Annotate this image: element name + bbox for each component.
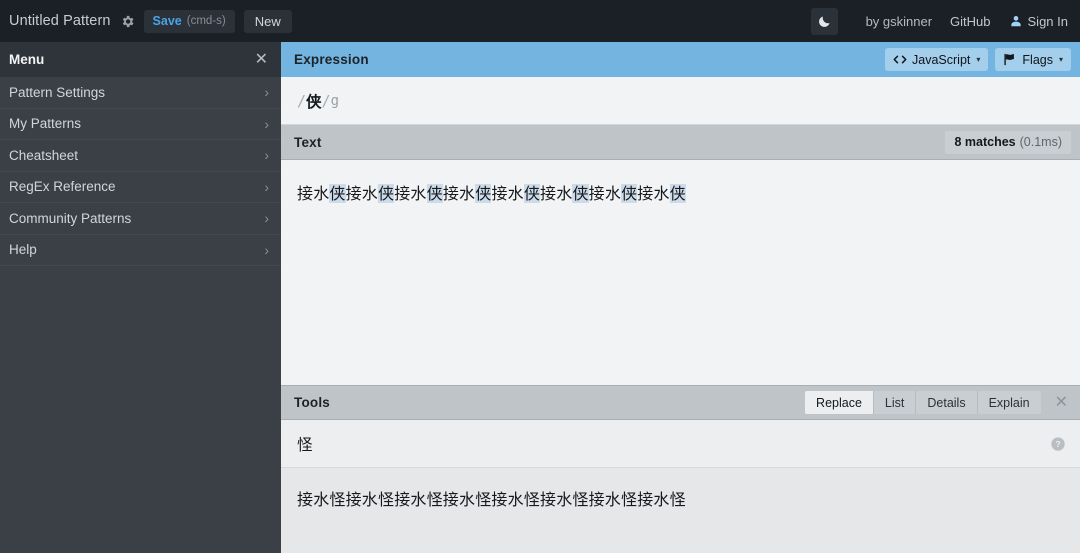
top-bar-left: Untitled Pattern Save (cmd-s) New (9, 9, 292, 33)
text-match: 侠 (329, 184, 346, 203)
tools-header: Tools Replace List Details Explain ✕ (281, 385, 1080, 420)
body-row: Menu ✕ Pattern Settings › My Patterns › … (0, 42, 1080, 553)
help-circle-icon[interactable]: ? (1050, 436, 1066, 452)
chevron-down-icon: ▾ (976, 55, 981, 64)
moon-icon (817, 14, 832, 29)
tool-tab-explain[interactable]: Explain (977, 391, 1041, 414)
text-input[interactable]: 接水侠接水侠接水侠接水侠接水侠接水侠接水侠接水侠 (281, 160, 1080, 385)
text-match: 侠 (426, 184, 443, 203)
expression-input[interactable]: / 侠 / g (281, 77, 1080, 125)
svg-text:?: ? (1055, 439, 1060, 449)
credit-label: by gskinner (865, 13, 933, 29)
text-content: 接水侠接水侠接水侠接水侠接水侠接水侠接水侠接水侠 (297, 182, 1062, 206)
sidebar-item-label: Pattern Settings (9, 84, 106, 100)
chevron-right-icon: › (264, 115, 269, 132)
sidebar-item-cheatsheet[interactable]: Cheatsheet › (0, 140, 281, 172)
tool-tab-details[interactable]: Details (916, 391, 978, 414)
text-header: Text 8 matches (0.1ms) (281, 125, 1080, 160)
matches-count: 8 matches (954, 135, 1016, 149)
sidebar-title: Menu (9, 52, 45, 67)
text-plain: 接水 (540, 184, 573, 203)
chevron-right-icon: › (264, 241, 269, 258)
tools-segmented-control: Replace List Details Explain (805, 391, 1041, 414)
sign-in-label: Sign In (1027, 13, 1068, 29)
matches-badge: 8 matches (0.1ms) (945, 130, 1071, 154)
tools-header-actions: Replace List Details Explain ✕ (805, 391, 1071, 414)
github-link[interactable]: GitHub (950, 14, 990, 29)
chevron-right-icon: › (264, 84, 269, 101)
replace-input[interactable]: 怪 ? (281, 420, 1080, 468)
top-bar-right: by gskinner GitHub Sign In (810, 7, 1068, 35)
flavor-selector-button[interactable]: JavaScript ▾ (885, 48, 989, 71)
text-match: 侠 (378, 184, 395, 203)
text-match: 侠 (572, 184, 589, 203)
flags-selector-button[interactable]: Flags ▾ (995, 48, 1071, 71)
sidebar-item-label: My Patterns (9, 116, 82, 132)
sidebar-item-community-patterns[interactable]: Community Patterns › (0, 203, 281, 235)
text-header-actions: 8 matches (0.1ms) (945, 130, 1071, 154)
replace-result: 接水怪接水怪接水怪接水怪接水怪接水怪接水怪接水怪 (281, 468, 1080, 553)
chevron-right-icon: › (264, 147, 269, 164)
text-match: 侠 (475, 184, 492, 203)
sidebar-item-help[interactable]: Help › (0, 235, 281, 266)
sidebar-item-label: Cheatsheet (9, 147, 79, 163)
matches-time: (0.1ms) (1019, 135, 1062, 149)
text-match: 侠 (669, 184, 686, 203)
code-brackets-icon (893, 54, 907, 65)
sign-in-button[interactable]: Sign In (1009, 14, 1068, 29)
sidebar-item-label: RegEx Reference (9, 179, 116, 195)
sidebar-item-label: Community Patterns (9, 210, 132, 226)
sidebar-item-regex-reference[interactable]: RegEx Reference › (0, 172, 281, 203)
expression-close-delimiter: / (321, 91, 331, 110)
main-content: Expression JavaScript ▾ Flags ▾ / 侠 / g … (281, 42, 1080, 553)
theme-toggle-button[interactable] (810, 7, 838, 35)
tools-title: Tools (294, 395, 330, 410)
replace-value: 怪 (297, 435, 313, 454)
text-plain: 接水 (491, 184, 524, 203)
top-bar: Untitled Pattern Save (cmd-s) New by gsk… (0, 0, 1080, 42)
sidebar-header: Menu ✕ (0, 42, 281, 77)
sidebar-item-label: Help (9, 242, 37, 258)
gear-icon[interactable] (120, 14, 135, 29)
tool-tab-replace[interactable]: Replace (805, 391, 874, 414)
replace-result-text: 接水怪接水怪接水怪接水怪接水怪接水怪接水怪接水怪 (297, 490, 686, 509)
regexr-app: Untitled Pattern Save (cmd-s) New by gsk… (0, 0, 1080, 553)
expression-title: Expression (294, 52, 369, 67)
user-icon (1009, 14, 1023, 28)
flag-icon (1003, 53, 1017, 66)
flags-label: Flags (1022, 52, 1053, 67)
save-shortcut-hint: (cmd-s) (186, 15, 226, 27)
save-button[interactable]: Save (cmd-s) (143, 9, 235, 33)
chevron-right-icon: › (264, 210, 269, 227)
tool-tab-list[interactable]: List (873, 391, 917, 414)
new-button[interactable]: New (243, 9, 292, 33)
text-plain: 接水 (345, 184, 379, 203)
flavor-label: JavaScript (912, 52, 971, 67)
text-plain: 接水 (442, 184, 476, 203)
expression-header-actions: JavaScript ▾ Flags ▾ (885, 48, 1071, 71)
expression-header: Expression JavaScript ▾ Flags ▾ (281, 42, 1080, 77)
sidebar-item-pattern-settings[interactable]: Pattern Settings › (0, 77, 281, 109)
close-icon[interactable]: ✕ (1048, 394, 1071, 411)
document-title[interactable]: Untitled Pattern (9, 13, 111, 29)
sidebar-item-my-patterns[interactable]: My Patterns › (0, 109, 281, 140)
text-plain: 接水 (297, 184, 330, 203)
text-title: Text (294, 134, 322, 150)
sidebar: Menu ✕ Pattern Settings › My Patterns › … (0, 42, 281, 553)
text-match: 侠 (621, 184, 638, 203)
close-icon[interactable]: ✕ (251, 50, 272, 70)
expression-pattern: 侠 (306, 92, 322, 111)
expression-flags-value: g (330, 92, 340, 109)
chevron-right-icon: › (264, 178, 269, 195)
text-plain: 接水 (588, 184, 622, 203)
expression-open-delimiter: / (297, 91, 307, 110)
text-match: 侠 (523, 184, 541, 203)
chevron-down-icon: ▾ (1058, 55, 1063, 64)
sidebar-filler (0, 266, 281, 553)
text-plain: 接水 (394, 184, 427, 203)
text-plain: 接水 (637, 184, 670, 203)
save-button-label: Save (152, 14, 182, 28)
